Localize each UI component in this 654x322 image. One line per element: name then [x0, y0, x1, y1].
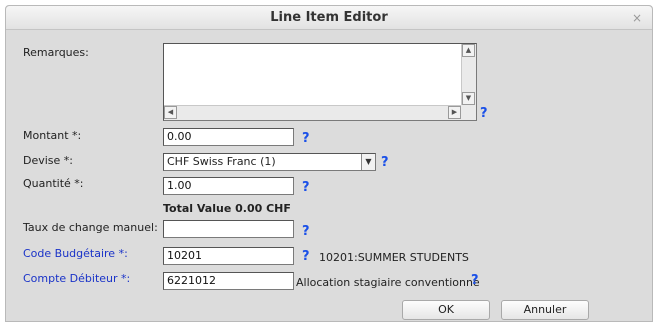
- cancel-button[interactable]: Annuler: [501, 300, 589, 320]
- total-value-text: Total Value 0.00 CHF: [163, 202, 291, 215]
- ok-button[interactable]: OK: [402, 300, 490, 320]
- scroll-left-arrow-icon[interactable]: ◀: [164, 106, 177, 119]
- compte-debiteur-description: Allocation stagiaire conventionne: [296, 276, 480, 289]
- code-budgetaire-description: 10201:SUMMER STUDENTS: [319, 251, 469, 264]
- compte-debiteur-input[interactable]: 6221012: [163, 272, 294, 290]
- code-budgetaire-label[interactable]: Code Budgétaire *:: [23, 247, 128, 260]
- scroll-right-arrow-icon[interactable]: ▶: [448, 106, 461, 119]
- taux-label: Taux de change manuel:: [23, 221, 158, 234]
- quantite-help-icon[interactable]: ?: [302, 180, 310, 195]
- quantite-label: Quantité *:: [23, 177, 84, 190]
- chevron-down-icon[interactable]: ▼: [361, 154, 375, 170]
- quantite-input[interactable]: 1.00: [163, 177, 294, 195]
- montant-label: Montant *:: [23, 129, 82, 142]
- dialog-title: Line Item Editor: [270, 10, 388, 25]
- close-icon[interactable]: ×: [632, 11, 642, 25]
- scroll-down-arrow-icon[interactable]: ▼: [462, 92, 475, 105]
- montant-input[interactable]: 0.00: [163, 128, 294, 146]
- devise-select[interactable]: CHF Swiss Franc (1) ▼: [163, 153, 376, 171]
- compte-debiteur-label[interactable]: Compte Débiteur *:: [23, 272, 130, 285]
- taux-input[interactable]: [163, 220, 294, 238]
- devise-label: Devise *:: [23, 154, 74, 167]
- scroll-up-arrow-icon[interactable]: ▲: [462, 44, 475, 57]
- compte-debiteur-help-icon[interactable]: ?: [471, 273, 479, 288]
- remarques-vertical-scrollbar[interactable]: ▲ ▼: [461, 44, 476, 105]
- remarques-help-icon[interactable]: ?: [480, 106, 488, 121]
- remarques-horizontal-scrollbar[interactable]: ◀ ▶: [164, 105, 461, 120]
- remarques-label: Remarques:: [23, 46, 89, 59]
- devise-help-icon[interactable]: ?: [381, 155, 389, 170]
- line-item-editor-dialog: Line Item Editor × Remarques: ▲ ▼ ◀ ▶ ? …: [5, 5, 653, 322]
- code-budgetaire-input[interactable]: 10201: [163, 247, 294, 265]
- dialog-titlebar[interactable]: Line Item Editor ×: [6, 6, 652, 30]
- montant-help-icon[interactable]: ?: [302, 131, 310, 146]
- code-budgetaire-help-icon[interactable]: ?: [302, 249, 310, 264]
- remarques-textarea[interactable]: ▲ ▼ ◀ ▶: [163, 43, 477, 121]
- devise-selected-value: CHF Swiss Franc (1): [167, 155, 276, 168]
- taux-help-icon[interactable]: ?: [302, 224, 310, 239]
- scrollbar-corner: [461, 105, 476, 120]
